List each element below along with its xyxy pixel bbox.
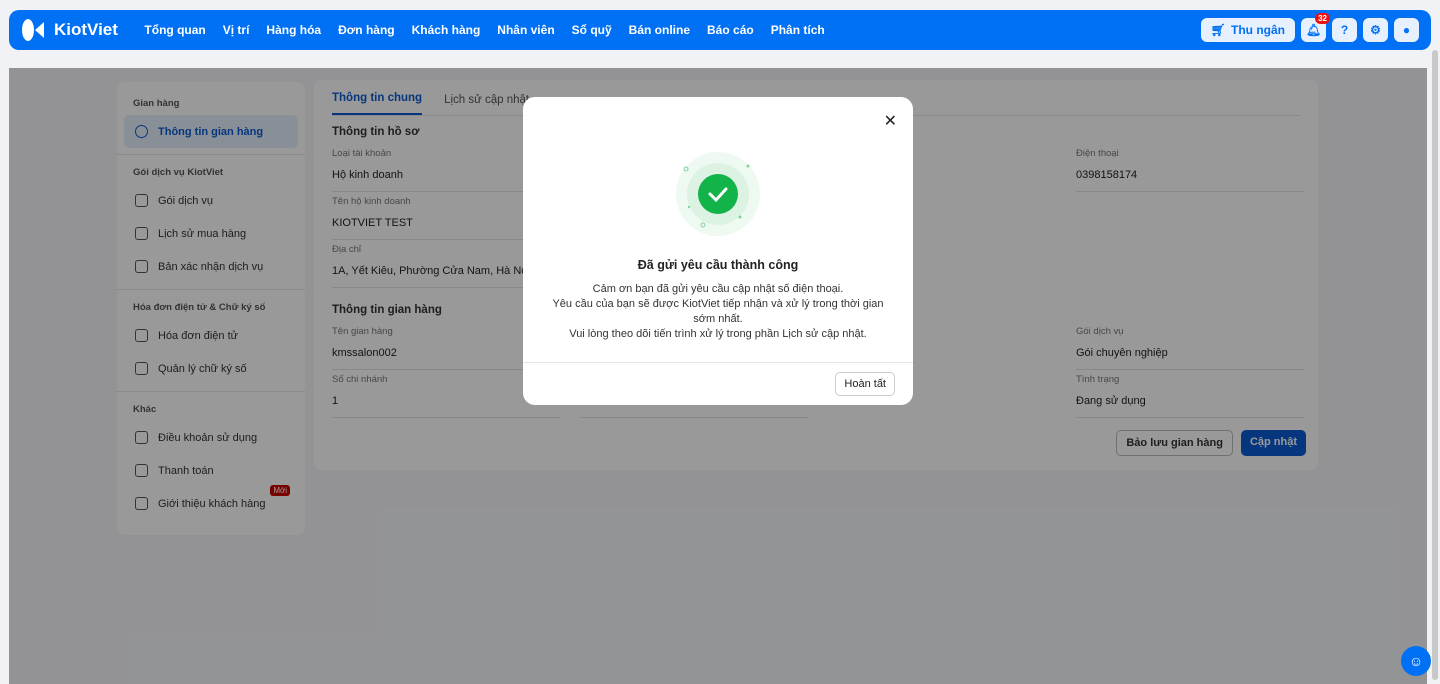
close-icon[interactable]: ✕ (884, 111, 897, 131)
menu-hang-hoa[interactable]: Hàng hóa (266, 23, 321, 37)
help-button[interactable]: ? (1332, 18, 1357, 42)
user-avatar-button[interactable]: ● (1394, 18, 1419, 42)
cashier-button[interactable]: 🛒︎ Thu ngân (1200, 18, 1295, 42)
chat-icon: ☺ (1408, 653, 1424, 669)
support-chat-button[interactable]: ☺ (1401, 646, 1431, 676)
notification-button[interactable]: 🔔︎ 32 (1301, 13, 1330, 42)
gear-icon: ⚙ (1370, 23, 1381, 37)
top-navbar: KiotViet Tổng quan Vị trí Hàng hóa Đơn hàng… (9, 10, 1431, 50)
menu-vi-tri[interactable]: Vị trí (223, 23, 250, 37)
bell-icon: 🔔︎ (1305, 23, 1322, 37)
dialog-message: Cảm ơn bạn đã gửi yêu cầu cập nhật số đi… (552, 283, 884, 340)
main-menu: Tổng quan Vị trí Hàng hóa Đơn hàng Khách hàn… (136, 21, 833, 39)
menu-so-quy[interactable]: Sổ quỹ (572, 23, 612, 37)
menu-ban-online[interactable]: Bán online (629, 23, 690, 37)
menu-bao-cao[interactable]: Báo cáo (707, 23, 754, 37)
brand-name: KiotViet (54, 20, 118, 39)
cart-icon: 🛒︎ (1210, 23, 1226, 37)
dialog-title: Đã gửi yêu cầu thành công (637, 258, 799, 272)
page-scrollbar[interactable] (1432, 50, 1438, 680)
menu-don-hang[interactable]: Đơn hàng (338, 23, 395, 37)
notification-badge: 32 (1315, 13, 1330, 24)
kiotviet-logo[interactable]: KiotViet (21, 18, 118, 42)
help-icon: ? (1340, 23, 1349, 37)
menu-phan-tich[interactable]: Phân tích (771, 23, 825, 37)
user-icon: ● (1402, 23, 1411, 37)
logo-icon (22, 19, 44, 41)
menu-khach-hang[interactable]: Khách hàng (412, 23, 481, 37)
cashier-label: Thu ngân (1231, 23, 1285, 37)
success-dialog: ✕ Đã gửi yêu cầu thành công Cảm ơn bạn đ… (523, 97, 913, 405)
success-check-icon (676, 152, 760, 236)
done-button[interactable]: Hoàn tất (835, 372, 895, 396)
menu-nhan-vien[interactable]: Nhân viên (497, 23, 554, 37)
menu-tong-quan[interactable]: Tổng quan (144, 23, 205, 37)
settings-button[interactable]: ⚙ (1363, 18, 1388, 42)
